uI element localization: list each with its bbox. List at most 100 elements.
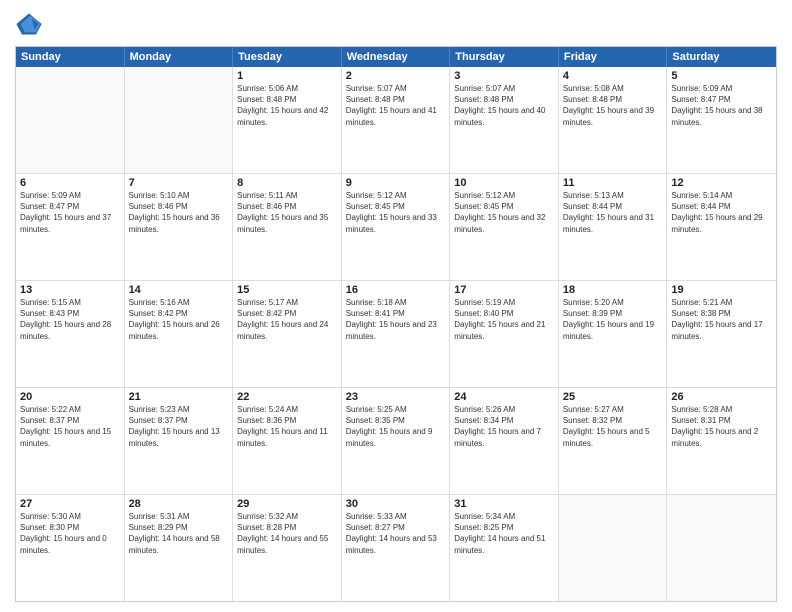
day-info: Sunrise: 5:12 AM Sunset: 8:45 PM Dayligh… <box>346 190 446 235</box>
logo-icon <box>15 10 43 38</box>
calendar-cell: 30Sunrise: 5:33 AM Sunset: 8:27 PM Dayli… <box>342 495 451 601</box>
day-info: Sunrise: 5:07 AM Sunset: 8:48 PM Dayligh… <box>346 83 446 128</box>
day-info: Sunrise: 5:28 AM Sunset: 8:31 PM Dayligh… <box>671 404 772 449</box>
header-day-saturday: Saturday <box>667 47 776 67</box>
calendar-cell: 19Sunrise: 5:21 AM Sunset: 8:38 PM Dayli… <box>667 281 776 387</box>
calendar-cell: 16Sunrise: 5:18 AM Sunset: 8:41 PM Dayli… <box>342 281 451 387</box>
calendar-cell: 4Sunrise: 5:08 AM Sunset: 8:48 PM Daylig… <box>559 67 668 173</box>
header-day-tuesday: Tuesday <box>233 47 342 67</box>
calendar-cell: 21Sunrise: 5:23 AM Sunset: 8:37 PM Dayli… <box>125 388 234 494</box>
calendar-cell: 27Sunrise: 5:30 AM Sunset: 8:30 PM Dayli… <box>16 495 125 601</box>
day-info: Sunrise: 5:23 AM Sunset: 8:37 PM Dayligh… <box>129 404 229 449</box>
calendar-cell <box>125 67 234 173</box>
day-info: Sunrise: 5:24 AM Sunset: 8:36 PM Dayligh… <box>237 404 337 449</box>
day-number: 15 <box>237 284 337 296</box>
calendar-week-1: 1Sunrise: 5:06 AM Sunset: 8:48 PM Daylig… <box>16 67 776 174</box>
day-number: 24 <box>454 391 554 403</box>
day-number: 21 <box>129 391 229 403</box>
day-number: 12 <box>671 177 772 189</box>
day-info: Sunrise: 5:15 AM Sunset: 8:43 PM Dayligh… <box>20 297 120 342</box>
calendar-cell <box>16 67 125 173</box>
header-day-thursday: Thursday <box>450 47 559 67</box>
day-info: Sunrise: 5:11 AM Sunset: 8:46 PM Dayligh… <box>237 190 337 235</box>
day-info: Sunrise: 5:18 AM Sunset: 8:41 PM Dayligh… <box>346 297 446 342</box>
calendar-cell: 1Sunrise: 5:06 AM Sunset: 8:48 PM Daylig… <box>233 67 342 173</box>
calendar-week-4: 20Sunrise: 5:22 AM Sunset: 8:37 PM Dayli… <box>16 388 776 495</box>
day-number: 6 <box>20 177 120 189</box>
header-day-wednesday: Wednesday <box>342 47 451 67</box>
calendar-cell: 10Sunrise: 5:12 AM Sunset: 8:45 PM Dayli… <box>450 174 559 280</box>
day-info: Sunrise: 5:20 AM Sunset: 8:39 PM Dayligh… <box>563 297 663 342</box>
day-number: 23 <box>346 391 446 403</box>
calendar-cell: 31Sunrise: 5:34 AM Sunset: 8:25 PM Dayli… <box>450 495 559 601</box>
day-info: Sunrise: 5:30 AM Sunset: 8:30 PM Dayligh… <box>20 511 120 556</box>
page: SundayMondayTuesdayWednesdayThursdayFrid… <box>0 0 792 612</box>
day-info: Sunrise: 5:06 AM Sunset: 8:48 PM Dayligh… <box>237 83 337 128</box>
day-info: Sunrise: 5:09 AM Sunset: 8:47 PM Dayligh… <box>20 190 120 235</box>
day-info: Sunrise: 5:16 AM Sunset: 8:42 PM Dayligh… <box>129 297 229 342</box>
day-number: 18 <box>563 284 663 296</box>
day-number: 22 <box>237 391 337 403</box>
day-number: 11 <box>563 177 663 189</box>
header-day-friday: Friday <box>559 47 668 67</box>
calendar-cell: 7Sunrise: 5:10 AM Sunset: 8:46 PM Daylig… <box>125 174 234 280</box>
calendar-cell: 2Sunrise: 5:07 AM Sunset: 8:48 PM Daylig… <box>342 67 451 173</box>
calendar: SundayMondayTuesdayWednesdayThursdayFrid… <box>15 46 777 602</box>
calendar-cell: 8Sunrise: 5:11 AM Sunset: 8:46 PM Daylig… <box>233 174 342 280</box>
calendar-cell: 12Sunrise: 5:14 AM Sunset: 8:44 PM Dayli… <box>667 174 776 280</box>
calendar-week-5: 27Sunrise: 5:30 AM Sunset: 8:30 PM Dayli… <box>16 495 776 601</box>
day-info: Sunrise: 5:22 AM Sunset: 8:37 PM Dayligh… <box>20 404 120 449</box>
day-number: 16 <box>346 284 446 296</box>
calendar-cell: 5Sunrise: 5:09 AM Sunset: 8:47 PM Daylig… <box>667 67 776 173</box>
calendar-week-2: 6Sunrise: 5:09 AM Sunset: 8:47 PM Daylig… <box>16 174 776 281</box>
day-info: Sunrise: 5:14 AM Sunset: 8:44 PM Dayligh… <box>671 190 772 235</box>
day-info: Sunrise: 5:27 AM Sunset: 8:32 PM Dayligh… <box>563 404 663 449</box>
day-info: Sunrise: 5:34 AM Sunset: 8:25 PM Dayligh… <box>454 511 554 556</box>
day-number: 1 <box>237 70 337 82</box>
day-number: 26 <box>671 391 772 403</box>
calendar-cell: 28Sunrise: 5:31 AM Sunset: 8:29 PM Dayli… <box>125 495 234 601</box>
day-number: 17 <box>454 284 554 296</box>
day-number: 3 <box>454 70 554 82</box>
day-number: 7 <box>129 177 229 189</box>
day-number: 10 <box>454 177 554 189</box>
day-info: Sunrise: 5:07 AM Sunset: 8:48 PM Dayligh… <box>454 83 554 128</box>
day-number: 2 <box>346 70 446 82</box>
day-number: 20 <box>20 391 120 403</box>
calendar-cell: 13Sunrise: 5:15 AM Sunset: 8:43 PM Dayli… <box>16 281 125 387</box>
calendar-cell: 14Sunrise: 5:16 AM Sunset: 8:42 PM Dayli… <box>125 281 234 387</box>
calendar-cell: 9Sunrise: 5:12 AM Sunset: 8:45 PM Daylig… <box>342 174 451 280</box>
day-info: Sunrise: 5:09 AM Sunset: 8:47 PM Dayligh… <box>671 83 772 128</box>
day-number: 5 <box>671 70 772 82</box>
header <box>15 10 777 38</box>
calendar-cell: 18Sunrise: 5:20 AM Sunset: 8:39 PM Dayli… <box>559 281 668 387</box>
day-number: 19 <box>671 284 772 296</box>
calendar-body: 1Sunrise: 5:06 AM Sunset: 8:48 PM Daylig… <box>16 67 776 601</box>
calendar-cell <box>667 495 776 601</box>
day-number: 30 <box>346 498 446 510</box>
calendar-cell: 3Sunrise: 5:07 AM Sunset: 8:48 PM Daylig… <box>450 67 559 173</box>
header-day-monday: Monday <box>125 47 234 67</box>
calendar-week-3: 13Sunrise: 5:15 AM Sunset: 8:43 PM Dayli… <box>16 281 776 388</box>
calendar-cell: 25Sunrise: 5:27 AM Sunset: 8:32 PM Dayli… <box>559 388 668 494</box>
day-number: 25 <box>563 391 663 403</box>
calendar-cell: 11Sunrise: 5:13 AM Sunset: 8:44 PM Dayli… <box>559 174 668 280</box>
day-number: 27 <box>20 498 120 510</box>
day-number: 9 <box>346 177 446 189</box>
calendar-cell: 22Sunrise: 5:24 AM Sunset: 8:36 PM Dayli… <box>233 388 342 494</box>
day-info: Sunrise: 5:10 AM Sunset: 8:46 PM Dayligh… <box>129 190 229 235</box>
day-number: 14 <box>129 284 229 296</box>
day-info: Sunrise: 5:32 AM Sunset: 8:28 PM Dayligh… <box>237 511 337 556</box>
calendar-cell: 24Sunrise: 5:26 AM Sunset: 8:34 PM Dayli… <box>450 388 559 494</box>
day-number: 4 <box>563 70 663 82</box>
day-number: 8 <box>237 177 337 189</box>
day-number: 29 <box>237 498 337 510</box>
logo <box>15 10 47 38</box>
day-number: 13 <box>20 284 120 296</box>
day-info: Sunrise: 5:19 AM Sunset: 8:40 PM Dayligh… <box>454 297 554 342</box>
calendar-cell: 15Sunrise: 5:17 AM Sunset: 8:42 PM Dayli… <box>233 281 342 387</box>
calendar-cell: 17Sunrise: 5:19 AM Sunset: 8:40 PM Dayli… <box>450 281 559 387</box>
day-info: Sunrise: 5:21 AM Sunset: 8:38 PM Dayligh… <box>671 297 772 342</box>
header-day-sunday: Sunday <box>16 47 125 67</box>
day-number: 28 <box>129 498 229 510</box>
